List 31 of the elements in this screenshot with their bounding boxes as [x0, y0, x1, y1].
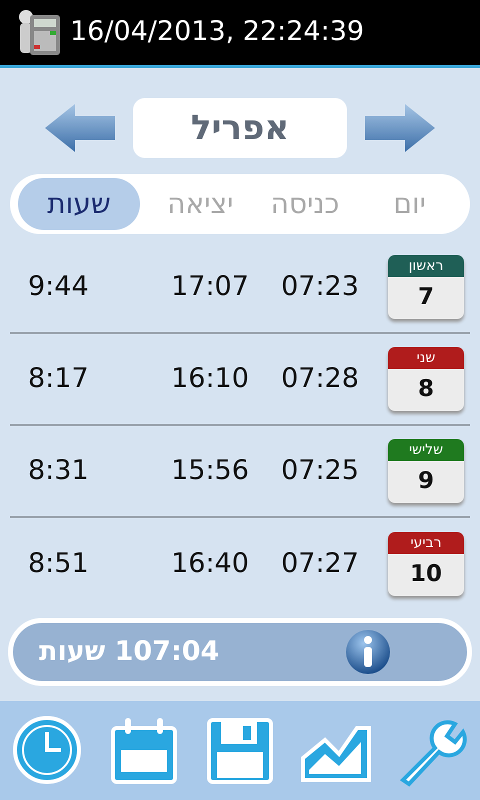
exit-time-cell: 17:07 — [171, 270, 249, 302]
entry-time-cell: 07:23 — [281, 270, 359, 302]
app-icon — [16, 8, 62, 56]
exit-time-cell: 16:10 — [171, 362, 249, 394]
weekday-label: ראשון — [388, 255, 464, 277]
tab[interactable]: יום — [357, 178, 462, 230]
tab[interactable]: שעות — [18, 178, 140, 230]
total-hours: 107:04 שעות — [39, 634, 220, 669]
day-number: 8 — [416, 375, 435, 404]
day-number: 7 — [416, 283, 435, 312]
hours-cell: 8:17 — [28, 362, 89, 394]
exit-time-cell: 16:40 — [171, 548, 249, 579]
tab[interactable]: כניסה — [252, 178, 358, 230]
hours-cell: 8:31 — [28, 454, 89, 486]
tab[interactable]: יציאה — [148, 178, 253, 230]
info-icon[interactable] — [345, 629, 391, 675]
weekday-label: שלישי — [388, 439, 464, 461]
weekday-label: רביעי — [388, 532, 464, 554]
exit-time-cell: 15:56 — [171, 454, 249, 486]
entry-time-cell: 07:28 — [281, 362, 359, 394]
entry-time-cell: 07:27 — [281, 548, 359, 579]
hours-cell: 8:51 — [28, 548, 89, 579]
day-number: 10 — [408, 560, 443, 589]
previous-arrow-button[interactable] — [43, 102, 117, 154]
weekday-label: שני — [388, 347, 464, 369]
date-time: 16/04/2013, 22:24:39 — [70, 15, 364, 50]
entry-time-cell: 07:25 — [281, 454, 359, 486]
next-arrow-button[interactable] — [363, 102, 437, 154]
hours-cell: 9:44 — [28, 270, 89, 302]
day-number: 9 — [416, 467, 435, 496]
month-label: אפריל — [133, 98, 347, 158]
